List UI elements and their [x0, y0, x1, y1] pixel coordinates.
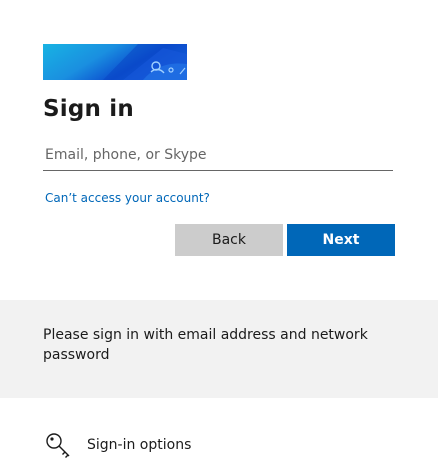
- brand-banner: [43, 44, 187, 80]
- key-icon: [43, 430, 73, 460]
- email-field[interactable]: [43, 139, 393, 171]
- cant-access-account-link[interactable]: Can’t access your account?: [45, 191, 210, 205]
- info-banner: Please sign in with email address and ne…: [0, 300, 438, 398]
- sign-in-options-button[interactable]: Sign-in options: [43, 428, 191, 462]
- back-button[interactable]: Back: [175, 224, 283, 256]
- sign-in-page: Sign in Can’t access your account? Back …: [0, 0, 438, 467]
- next-button[interactable]: Next: [287, 224, 395, 256]
- sign-in-options-label: Sign-in options: [87, 437, 192, 453]
- page-title: Sign in: [43, 96, 134, 122]
- brand-banner-graphic: [43, 44, 187, 80]
- info-message: Please sign in with email address and ne…: [43, 327, 368, 363]
